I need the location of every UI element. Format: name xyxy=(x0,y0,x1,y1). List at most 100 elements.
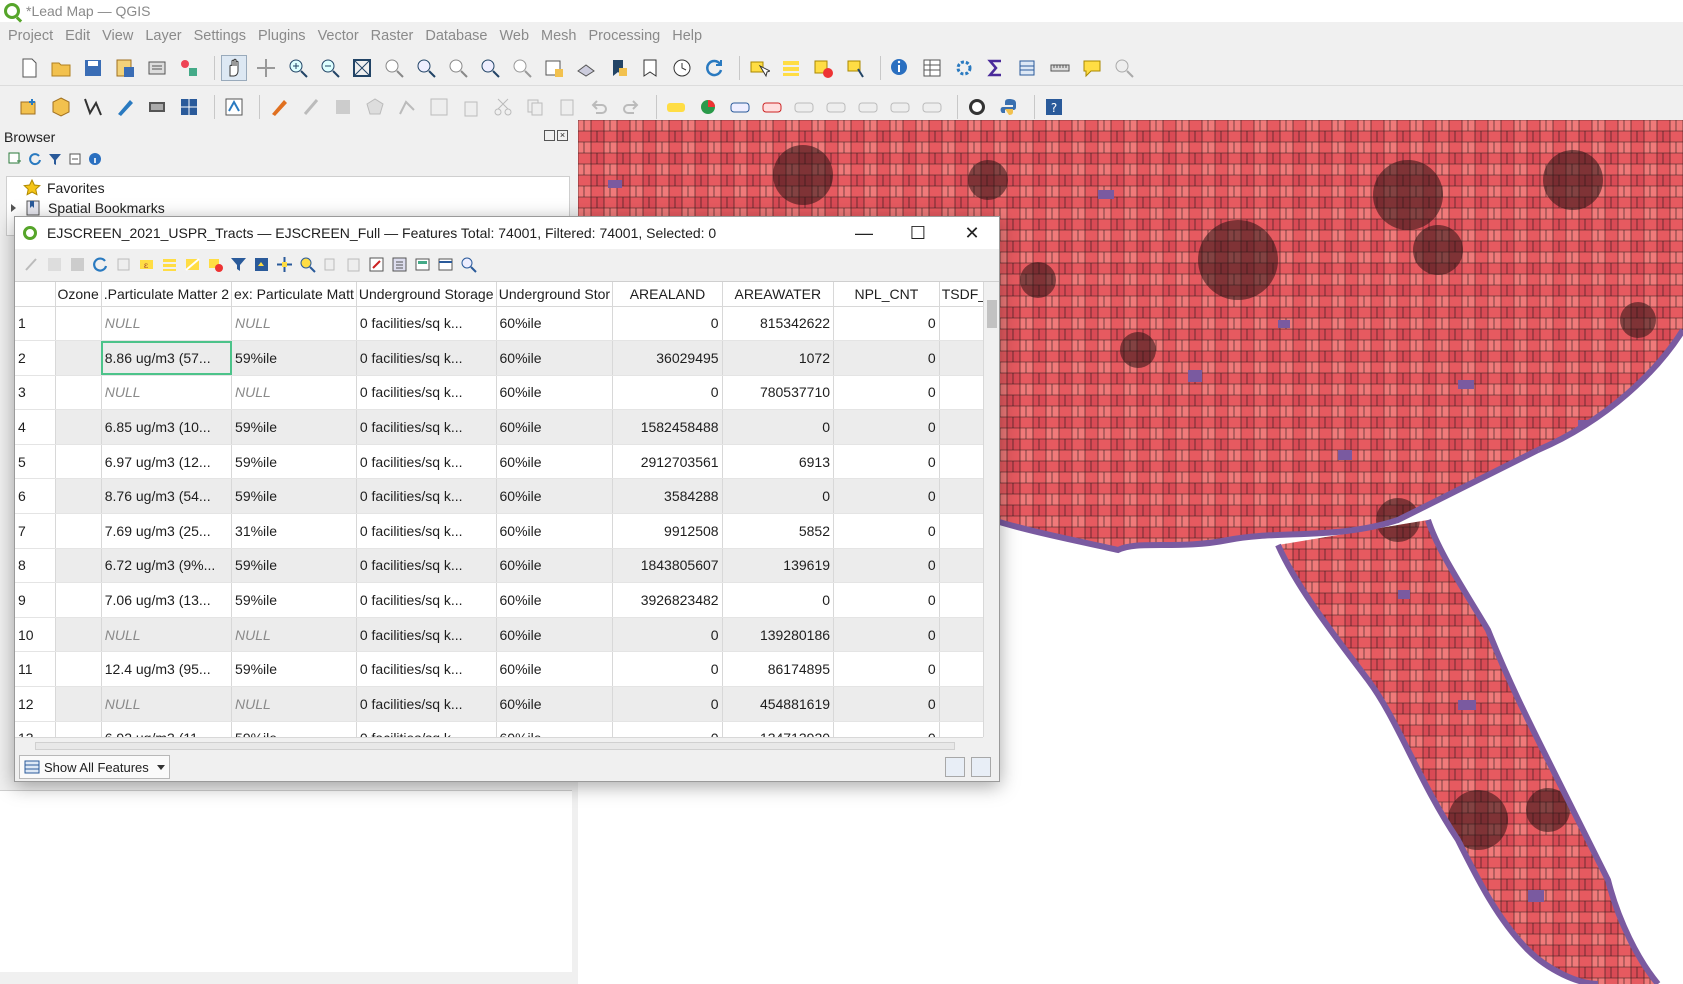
cell-ust[interactable]: 0 facilities/sq k... xyxy=(356,721,497,737)
row-number[interactable]: 10 xyxy=(15,617,56,653)
table-row[interactable]: 11 12.4 ug/m3 (95... 59%ile 0 facilities/sq… xyxy=(15,651,999,688)
pan-to-selection-icon[interactable] xyxy=(253,55,279,81)
tree-item-favorites[interactable]: Favorites xyxy=(23,178,105,198)
menu-layer[interactable]: Layer xyxy=(145,28,181,44)
delete-selected-icon[interactable] xyxy=(458,94,484,120)
conditional-formatting-icon[interactable] xyxy=(414,256,431,273)
horizontal-scroll-thumb[interactable] xyxy=(35,742,955,750)
menu-settings[interactable]: Settings xyxy=(194,28,246,44)
cell-areawater[interactable]: 780537710 xyxy=(722,375,835,411)
cell-ust[interactable]: 0 facilities/sq k... xyxy=(356,306,497,342)
zoom-native-icon[interactable] xyxy=(445,55,471,81)
cell-areawater[interactable]: 134713920 xyxy=(722,721,835,737)
select-by-value-icon[interactable] xyxy=(778,55,804,81)
cell-pm25[interactable]: NULL xyxy=(101,617,233,653)
actions-icon[interactable] xyxy=(437,256,454,273)
cell-ust[interactable]: 0 facilities/sq k... xyxy=(356,548,497,584)
current-edits-icon[interactable] xyxy=(298,94,324,120)
cell-ozone[interactable] xyxy=(55,617,102,653)
add-feature-icon[interactable] xyxy=(115,256,132,273)
float-panel-icon[interactable] xyxy=(544,130,555,141)
maximize-icon[interactable]: ☐ xyxy=(891,217,945,249)
column-header-arealand[interactable]: AREALAND xyxy=(612,282,723,307)
cell-ozone[interactable] xyxy=(55,306,102,342)
column-header-ust-index[interactable]: Underground Stor xyxy=(496,282,614,307)
cell-arealand[interactable]: 36029495 xyxy=(612,340,723,376)
identify-features-icon[interactable] xyxy=(887,55,913,81)
cell-pm25[interactable]: NULL xyxy=(101,686,233,722)
menu-database[interactable]: Database xyxy=(425,28,487,44)
cell-areawater[interactable]: 0 xyxy=(722,409,835,445)
save-edits-icon[interactable] xyxy=(69,256,86,273)
cell-npl-cnt[interactable]: 0 xyxy=(833,582,940,618)
cell-ust-index[interactable]: 60%ile xyxy=(496,582,614,618)
zoom-next-icon[interactable] xyxy=(509,55,535,81)
save-as-icon[interactable] xyxy=(112,55,138,81)
zoom-to-layer-icon[interactable] xyxy=(413,55,439,81)
table-row[interactable]: 7 7.69 ug/m3 (25... 31%ile 0 facilities/sq … xyxy=(15,513,999,549)
cell-arealand[interactable]: 0 xyxy=(612,686,723,722)
cell-areawater[interactable]: 139619 xyxy=(722,548,835,584)
table-row[interactable]: 12 NULL NULL 0 facilities/sq k... 60%ile 0 454… xyxy=(15,686,999,722)
cell-pm25-index[interactable]: 59%ile xyxy=(231,721,357,737)
cell-npl-cnt[interactable]: 0 xyxy=(833,513,940,549)
column-header-pm25-index[interactable]: ex: Particulate Matt xyxy=(231,282,357,307)
table-row[interactable]: 2 8.86 ug/m3 (57... 59%ile 0 facilities/sq … xyxy=(15,340,999,376)
row-number[interactable]: 9 xyxy=(15,582,56,618)
vertical-scrollbar[interactable] xyxy=(983,282,999,737)
statistical-summary-icon[interactable] xyxy=(983,55,1009,81)
add-selected-layers-icon[interactable] xyxy=(8,152,22,166)
cell-pm25-index[interactable]: 59%ile xyxy=(231,444,357,480)
cell-ust-index[interactable]: 60%ile xyxy=(496,478,614,515)
cell-ozone[interactable] xyxy=(55,548,102,584)
cell-npl-cnt[interactable]: 0 xyxy=(833,478,940,515)
pan-map-icon[interactable] xyxy=(221,54,247,81)
copy-rows-icon[interactable] xyxy=(322,256,339,273)
cell-areawater[interactable]: 139280186 xyxy=(722,617,835,653)
cell-pm25[interactable]: 12.4 ug/m3 (95... xyxy=(101,651,233,688)
new-project-icon[interactable] xyxy=(16,55,42,81)
cell-ozone[interactable] xyxy=(55,444,102,480)
row-number[interactable]: 13 xyxy=(15,721,56,737)
deselect-all-icon[interactable] xyxy=(207,256,224,273)
cell-npl-cnt[interactable]: 0 xyxy=(833,721,940,737)
cell-pm25-index[interactable]: 59%ile xyxy=(231,582,357,618)
cell-arealand[interactable]: 3584288 xyxy=(612,478,723,515)
zoom-in-icon[interactable] xyxy=(285,55,311,81)
cell-pm25[interactable]: NULL xyxy=(101,375,233,411)
cell-npl-cnt[interactable]: 0 xyxy=(833,686,940,722)
cell-areawater[interactable]: 0 xyxy=(722,478,835,515)
cell-arealand[interactable]: 9912508 xyxy=(612,513,723,549)
cell-pm25-index[interactable]: 59%ile xyxy=(231,478,357,515)
open-project-icon[interactable] xyxy=(48,55,74,81)
cell-ozone[interactable] xyxy=(55,651,102,688)
table-row[interactable]: 10 NULL NULL 0 facilities/sq k... 60%ile 0 139… xyxy=(15,617,999,653)
menu-processing[interactable]: Processing xyxy=(589,28,661,44)
cell-ust-index[interactable]: 60%ile xyxy=(496,306,614,342)
cell-ozone[interactable] xyxy=(55,375,102,411)
dock-table-icon[interactable] xyxy=(460,256,477,273)
cell-npl-cnt[interactable]: 0 xyxy=(833,375,940,411)
cell-areawater[interactable]: 5852 xyxy=(722,513,835,549)
cell-npl-cnt[interactable]: 0 xyxy=(833,306,940,342)
cell-pm25-index[interactable]: 59%ile xyxy=(231,548,357,584)
new-map-view-icon[interactable] xyxy=(541,55,567,81)
cell-ust-index[interactable]: 60%ile xyxy=(496,686,614,722)
cell-npl-cnt[interactable]: 0 xyxy=(833,651,940,688)
row-number[interactable]: 6 xyxy=(15,478,56,515)
open-attribute-table-icon[interactable] xyxy=(919,55,945,81)
cell-arealand[interactable]: 2912703561 xyxy=(612,444,723,480)
cell-ust[interactable]: 0 facilities/sq k... xyxy=(356,686,497,722)
cell-areawater[interactable]: 6913 xyxy=(722,444,835,480)
attribute-table-menu-icon[interactable] xyxy=(1015,55,1041,81)
cell-pm25-index[interactable]: NULL xyxy=(231,686,357,722)
cell-pm25[interactable]: 6.97 ug/m3 (12... xyxy=(101,444,233,480)
menu-vector[interactable]: Vector xyxy=(318,28,359,44)
menu-help[interactable]: Help xyxy=(672,28,702,44)
row-number[interactable]: 7 xyxy=(15,513,56,549)
cell-arealand[interactable]: 0 xyxy=(612,721,723,737)
cell-pm25-index[interactable]: NULL xyxy=(231,617,357,653)
cell-pm25-index[interactable]: 59%ile xyxy=(231,651,357,688)
row-number[interactable]: 3 xyxy=(15,375,56,411)
show-all-features-dropdown[interactable]: Show All Features xyxy=(19,755,170,779)
